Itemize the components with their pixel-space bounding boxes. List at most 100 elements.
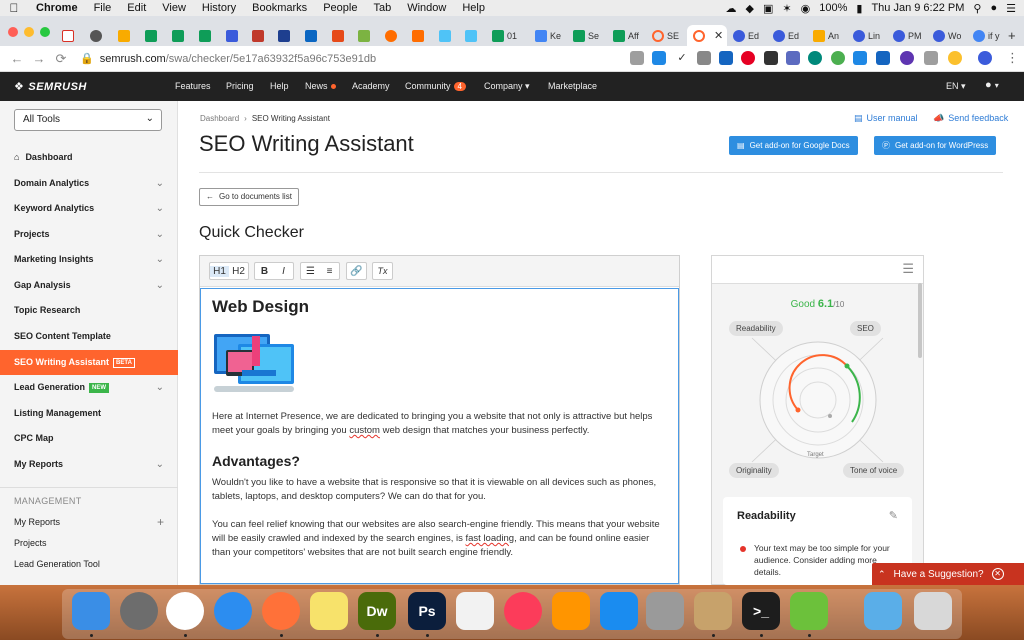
tab-item[interactable]: if y xyxy=(973,25,1000,46)
nav-features[interactable]: Features xyxy=(175,81,211,91)
sidebar-item-cpc-map[interactable]: CPC Map xyxy=(0,426,178,451)
suggestion-widget[interactable]: ⌃ Have a Suggestion? ✕ xyxy=(872,563,1024,585)
send-feedback-link[interactable]: 📣 Send feedback xyxy=(933,113,1008,124)
lock-icon[interactable]: 🔒 xyxy=(80,53,94,65)
extension-icon[interactable] xyxy=(978,51,992,65)
chrome-icon[interactable] xyxy=(166,592,204,630)
tab-item[interactable]: Ed xyxy=(733,25,759,46)
trash-icon[interactable] xyxy=(914,592,952,630)
sidebar-item-domain-analytics[interactable]: Domain Analytics ⌄ xyxy=(0,171,178,196)
sidebar-item-marketing-insights[interactable]: Marketing Insights ⌄ xyxy=(0,247,178,272)
wordpress-addon-button[interactable]: Ⓟ Get add-on for WordPress xyxy=(874,136,997,155)
forward-arrow-icon[interactable]: → xyxy=(28,51,50,66)
tab-generic[interactable] xyxy=(226,25,238,46)
tab-generic[interactable] xyxy=(332,25,344,46)
extension-icon[interactable] xyxy=(853,51,867,65)
extension-icon[interactable] xyxy=(900,51,914,65)
ordered-list-icon[interactable]: ☰ xyxy=(301,266,320,277)
tab-generic[interactable] xyxy=(412,25,424,46)
display-icon[interactable]: ▣ xyxy=(763,2,773,15)
extension-icon[interactable] xyxy=(764,51,778,65)
firefox-icon[interactable] xyxy=(262,592,300,630)
pinterest-icon[interactable] xyxy=(741,51,755,65)
grammarly-icon[interactable] xyxy=(831,51,845,65)
apple-icon[interactable]:  xyxy=(0,1,28,15)
extension-icon[interactable] xyxy=(719,51,733,65)
sidebar-item-projects[interactable]: Projects ⌄ xyxy=(0,222,178,247)
dropbox-icon[interactable]: ◆ xyxy=(746,2,754,15)
extension-icon[interactable] xyxy=(876,51,890,65)
panel-scrollbar[interactable] xyxy=(918,283,922,358)
menu-history[interactable]: History xyxy=(194,2,244,14)
folder-icon[interactable] xyxy=(864,592,902,630)
sidebar-item-my-reports[interactable]: My Reports ⌄ xyxy=(0,452,178,477)
sidebar-item-keyword-analytics[interactable]: Keyword Analytics ⌄ xyxy=(0,196,178,221)
terminal-icon[interactable]: >_ xyxy=(742,592,780,630)
all-tools-select[interactable]: All Tools ⌄ xyxy=(14,109,162,131)
tab-generic[interactable] xyxy=(465,25,477,46)
music-icon[interactable] xyxy=(504,592,542,630)
heading1-button[interactable]: H1 xyxy=(210,265,229,277)
bold-button[interactable]: B xyxy=(255,266,274,277)
menu-chrome[interactable]: Chrome xyxy=(28,2,86,14)
tab-sheets[interactable] xyxy=(145,25,157,46)
flagged-word[interactable]: custom xyxy=(349,425,380,436)
tab-generic[interactable] xyxy=(385,25,397,46)
breadcrumb-dashboard[interactable]: Dashboard xyxy=(200,114,239,123)
menu-tab[interactable]: Tab xyxy=(365,2,399,14)
extension-icon[interactable] xyxy=(808,51,822,65)
user-manual-link[interactable]: ▤ User manual xyxy=(854,113,918,124)
close-icon[interactable]: ✕ xyxy=(991,568,1004,580)
flagged-word[interactable]: fast loading xyxy=(465,533,514,544)
tab-gmail[interactable] xyxy=(62,25,74,46)
extension-icon[interactable] xyxy=(697,51,711,65)
tab-generic[interactable] xyxy=(278,25,290,46)
tab-drive[interactable] xyxy=(118,25,130,46)
sidebar-item-lead-generation[interactable]: Lead Generation NEW ⌄ xyxy=(0,375,178,400)
launchpad-icon[interactable] xyxy=(120,592,158,630)
books-icon[interactable] xyxy=(552,592,590,630)
preview-icon[interactable] xyxy=(694,592,732,630)
editor-content[interactable]: Web Design Here at Internet Presence, we… xyxy=(200,288,679,584)
back-arrow-icon[interactable]: ← xyxy=(6,51,28,66)
tab-active[interactable]: ✕ xyxy=(687,25,727,46)
check-icon[interactable]: ✓ xyxy=(675,51,689,65)
tab-item[interactable]: Lin xyxy=(853,25,880,46)
sidebar-item-topic-research[interactable]: Topic Research xyxy=(0,298,178,323)
tab-item[interactable]: Aff xyxy=(613,25,639,46)
pencil-icon[interactable]: ✎ xyxy=(889,509,898,522)
italic-button[interactable]: I xyxy=(274,266,293,277)
extension-icon[interactable] xyxy=(948,51,962,65)
extension-icon[interactable] xyxy=(924,51,938,65)
tab-generic[interactable] xyxy=(90,25,102,46)
semrush-logo[interactable]: ❖ SEMRUSH xyxy=(14,80,87,93)
search-icon[interactable]: ⚲ xyxy=(973,2,981,15)
tab-item[interactable]: PM xyxy=(893,25,922,46)
go-to-documents-button[interactable]: ← Go to documents list xyxy=(199,188,299,206)
safari-icon[interactable] xyxy=(214,592,252,630)
tab-sheets[interactable] xyxy=(172,25,184,46)
magnifier-app-icon[interactable] xyxy=(790,592,828,630)
menu-list-icon[interactable]: ☰ xyxy=(1006,2,1016,15)
photoshop-icon[interactable]: Ps xyxy=(408,592,446,630)
menu-view[interactable]: View xyxy=(154,2,194,14)
tab-item[interactable]: SE xyxy=(652,25,679,46)
wifi-icon[interactable]: ◉ xyxy=(801,2,811,15)
calculator-icon[interactable] xyxy=(646,592,684,630)
extension-icon[interactable] xyxy=(786,51,800,65)
nav-news[interactable]: News xyxy=(305,81,336,91)
battery-icon[interactable]: ▮ xyxy=(856,2,862,15)
menu-file[interactable]: File xyxy=(86,2,120,14)
tab-linkedin[interactable] xyxy=(305,25,317,46)
bullet-list-icon[interactable]: ≡ xyxy=(320,266,339,277)
reminders-icon[interactable] xyxy=(456,592,494,630)
tab-item[interactable]: Ed xyxy=(773,25,799,46)
sidebar-item-listing-management[interactable]: Listing Management xyxy=(0,401,178,426)
menu-people[interactable]: People xyxy=(315,2,365,14)
extension-icon[interactable] xyxy=(630,51,644,65)
language-selector[interactable]: EN ▾ xyxy=(946,81,966,92)
tab-item[interactable]: An xyxy=(813,25,839,46)
creative-cloud-icon[interactable]: ☁ xyxy=(726,2,737,15)
nav-help[interactable]: Help xyxy=(270,81,289,91)
tab-item[interactable]: Ke xyxy=(535,25,561,46)
